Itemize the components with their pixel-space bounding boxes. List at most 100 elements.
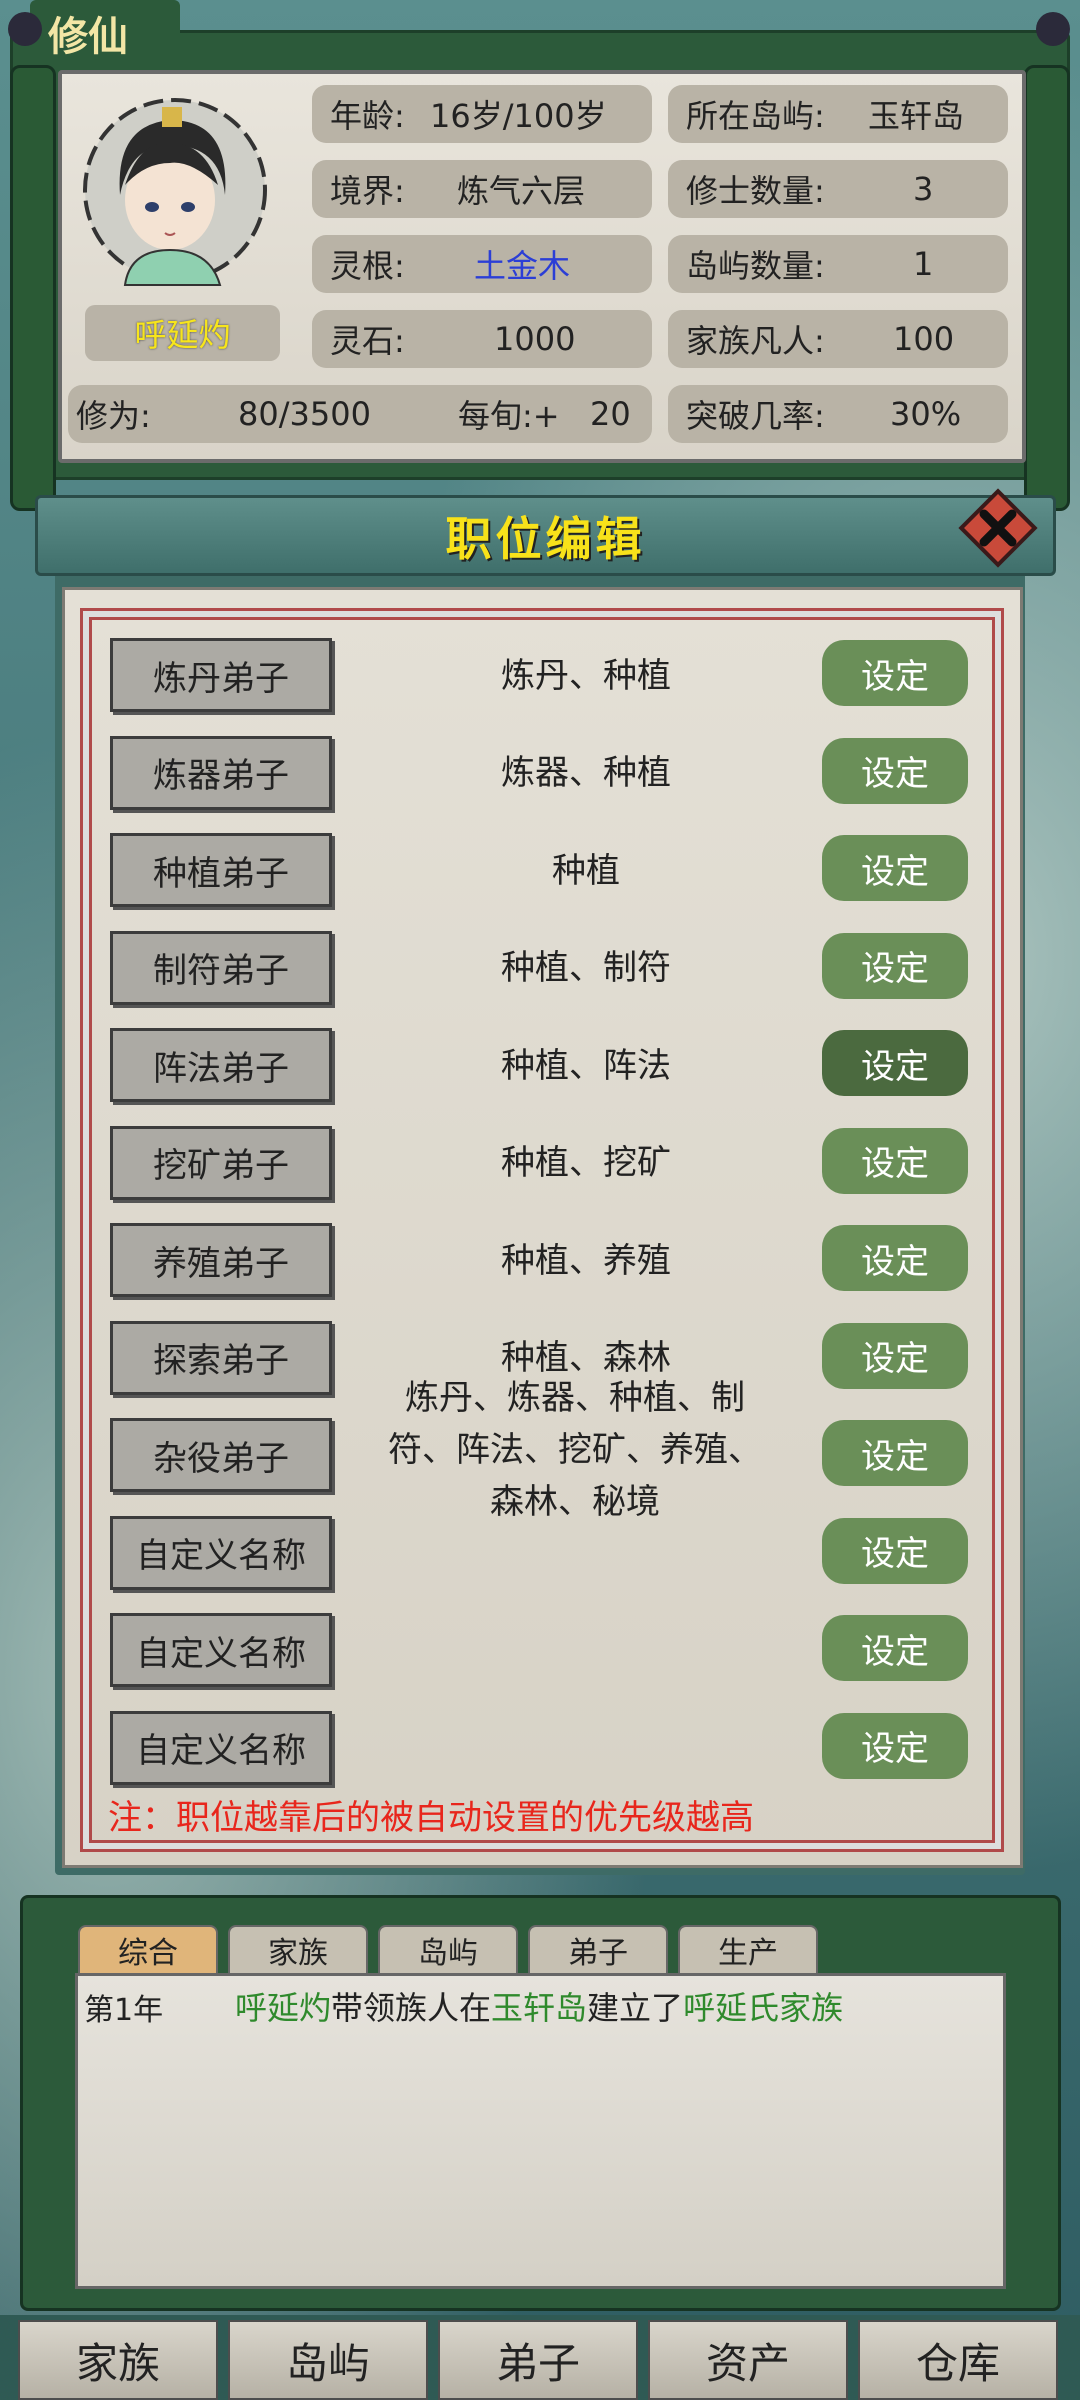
spirit-stone-value: 1000 — [494, 320, 576, 358]
role-duty: 种植、制符 — [501, 948, 671, 988]
role-name-button[interactable]: 炼丹弟子 — [110, 638, 332, 712]
role-name-button[interactable]: 炼器弟子 — [110, 735, 332, 810]
age-value: 16岁/100岁 — [430, 97, 607, 135]
cultivators-label: 修士数量: — [686, 172, 825, 210]
role-duty: 种植、阵法 — [501, 1045, 671, 1086]
role-row: 自定义名称 设定 — [110, 1613, 970, 1687]
tab-label: 岛屿 — [418, 1936, 478, 1971]
nav-disciples[interactable]: 弟子 — [438, 2320, 638, 2400]
role-name-button[interactable]: 制符弟子 — [110, 930, 332, 1005]
nav-family[interactable]: 家族 — [18, 2320, 218, 2400]
role-name-button[interactable]: 挖矿弟子 — [110, 1125, 332, 1200]
islands-count-label: 岛屿数量: — [686, 247, 825, 285]
nav-label: 弟子 — [495, 2338, 580, 2388]
character-avatar[interactable] — [70, 85, 270, 295]
log-plain: 带领族人在 — [331, 1989, 492, 2027]
nav-assets[interactable]: 资产 — [648, 2320, 848, 2400]
tab-family[interactable]: 家族 — [228, 1925, 368, 1975]
multi-duty-line: 符、阵法、挖矿、养殖、 — [388, 1430, 762, 1470]
islands-count-value: 1 — [913, 245, 934, 283]
close-x-icon[interactable] — [958, 488, 1038, 568]
role-row: 养殖弟子 种植、养殖 设定 — [110, 1223, 970, 1297]
role-row: 阵法弟子 种植、阵法 设定 — [110, 1028, 970, 1102]
mortals-label: 家族凡人: — [686, 322, 825, 360]
cultivators-stat: 修士数量: 3 — [668, 160, 1008, 218]
set-button[interactable]: 设定 — [822, 640, 968, 706]
cultivators-value: 3 — [913, 170, 934, 208]
tab-production[interactable]: 生产 — [678, 1925, 818, 1975]
scroll-roller-left — [10, 65, 56, 511]
multi-duty-line: 炼丹、炼器、种植、制 — [405, 1378, 745, 1418]
mortals-value: 100 — [893, 320, 955, 358]
spirit-root-value: 土金木 — [474, 247, 571, 285]
role-name-button[interactable]: 探索弟子 — [110, 1320, 332, 1395]
set-button[interactable]: 设定 — [822, 737, 968, 804]
game-title-tab: 修仙 — [30, 0, 180, 60]
scroll-knob — [1036, 12, 1070, 46]
spirit-root-label: 灵根: — [330, 247, 405, 285]
cultivation-value: 80/3500 — [238, 395, 371, 433]
set-button[interactable]: 设定 — [822, 1420, 968, 1486]
role-row: 炼丹弟子 炼丹、种植 设定 — [110, 638, 970, 712]
islands-count-stat: 岛屿数量: 1 — [668, 235, 1008, 293]
role-name-button[interactable]: 自定义名称 — [110, 1613, 332, 1687]
tab-label: 弟子 — [568, 1936, 628, 1971]
breakthrough-stat: 突破几率: 30% — [668, 385, 1008, 443]
log-highlight: 呼延氏家族 — [683, 1989, 844, 2027]
set-button[interactable]: 设定 — [822, 1225, 968, 1291]
age-stat: 年龄: 16岁/100岁 — [312, 85, 652, 143]
role-duty: 种植 — [552, 850, 620, 891]
role-row: 挖矿弟子 种植、挖矿 设定 — [110, 1125, 970, 1200]
role-name-button[interactable]: 自定义名称 — [110, 1515, 332, 1590]
multi-duty-text: 炼丹、炼器、种植、制 符、阵法、挖矿、养殖、 森林、秘境 — [340, 1372, 810, 1528]
per-turn-value: 20 — [590, 395, 631, 433]
nav-warehouse[interactable]: 仓库 — [858, 2320, 1058, 2400]
nav-label: 家族 — [75, 2338, 160, 2388]
role-name-button[interactable]: 自定义名称 — [110, 1710, 332, 1785]
character-name-plate[interactable]: 呼延灼 — [85, 305, 280, 361]
nav-label: 资产 — [705, 2338, 790, 2388]
tab-general[interactable]: 综合 — [78, 1925, 218, 1975]
cultivation-label: 修为: — [76, 397, 151, 435]
set-button[interactable]: 设定 — [822, 1712, 968, 1779]
island-stat: 所在岛屿: 玉轩岛 — [668, 85, 1008, 143]
tab-disciple[interactable]: 弟子 — [528, 1925, 668, 1975]
role-row: 种植弟子 种植 设定 — [110, 833, 970, 907]
tab-label: 家族 — [268, 1936, 328, 1971]
set-button[interactable]: 设定 — [822, 1322, 968, 1389]
cultivation-stat: 修为: 80/3500 每旬:+ 20 — [68, 385, 652, 443]
role-row: 炼器弟子 炼器、种植 设定 — [110, 735, 970, 810]
modal-title-bar: 职位编辑 — [35, 495, 1056, 576]
tab-label: 生产 — [718, 1936, 778, 1971]
log-entry-year: 第1年 — [84, 1993, 164, 2028]
realm-stat: 境界: 炼气六层 — [312, 160, 652, 218]
nav-islands[interactable]: 岛屿 — [228, 2320, 428, 2400]
set-button[interactable]: 设定 — [822, 932, 968, 999]
role-duty — [336, 1711, 836, 1779]
role-name-button[interactable]: 种植弟子 — [110, 833, 332, 907]
nav-label: 岛屿 — [285, 2338, 370, 2388]
multi-duty-line: 森林、秘境 — [490, 1482, 660, 1522]
spirit-stone-stat: 灵石: 1000 — [312, 310, 652, 368]
log-highlight: 玉轩岛 — [491, 1989, 588, 2027]
breakthrough-value: 30% — [890, 395, 962, 433]
set-button[interactable]: 设定 — [822, 1615, 968, 1681]
role-name-button[interactable]: 杂役弟子 — [110, 1418, 332, 1492]
log-plain: 建立了 — [587, 1989, 684, 2027]
tab-label: 综合 — [118, 1936, 178, 1971]
set-button[interactable]: 设定 — [822, 1517, 968, 1584]
role-name-button[interactable]: 养殖弟子 — [110, 1223, 332, 1297]
role-duty — [336, 1613, 836, 1681]
island-value: 玉轩岛 — [868, 97, 965, 135]
role-duty: 种植、养殖 — [501, 1240, 671, 1281]
spirit-stone-label: 灵石: — [330, 322, 405, 360]
tab-island[interactable]: 岛屿 — [378, 1925, 518, 1975]
scroll-knob — [8, 12, 42, 46]
set-button[interactable]: 设定 — [822, 1030, 968, 1096]
role-name-button[interactable]: 阵法弟子 — [110, 1028, 332, 1102]
set-button[interactable]: 设定 — [822, 835, 968, 901]
mortals-stat: 家族凡人: 100 — [668, 310, 1008, 368]
age-label: 年龄: — [330, 97, 405, 135]
log-entry-text: 呼延灼带领族人在玉轩岛建立了呼延氏家族 — [235, 1983, 843, 2029]
set-button[interactable]: 设定 — [822, 1127, 968, 1194]
